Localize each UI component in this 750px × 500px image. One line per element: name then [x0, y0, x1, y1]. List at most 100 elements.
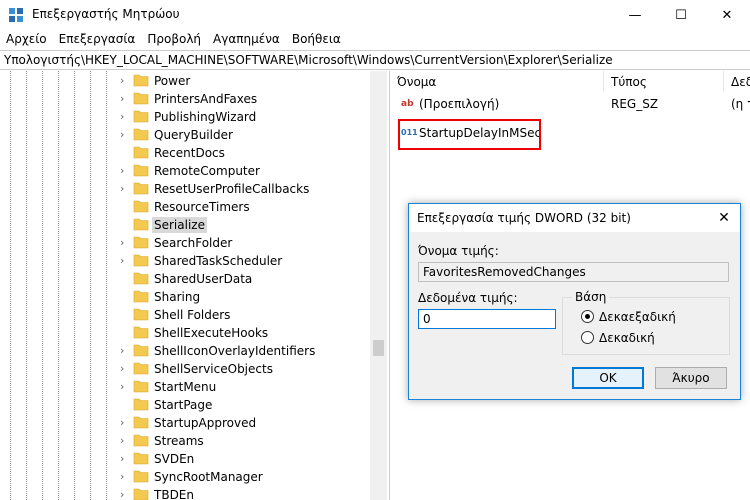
menu-favorites[interactable]: Αγαπημένα — [207, 30, 286, 50]
value-name: (Προεπιλογή) — [419, 97, 500, 111]
tree-scrollbar[interactable] — [370, 71, 387, 500]
menu-file[interactable]: Αρχείο — [0, 30, 53, 50]
tree-item-label: SearchFolder — [154, 236, 233, 250]
tree-item[interactable]: RecentDocs — [0, 144, 370, 162]
menu-bar: Αρχείο Επεξεργασία Προβολή Αγαπημένα Βοή… — [0, 30, 750, 50]
tree-item[interactable]: › ResetUserProfileCallbacks — [0, 180, 370, 198]
maximize-button[interactable]: ☐ — [658, 0, 704, 30]
tree-item[interactable]: Shell Folders — [0, 306, 370, 324]
dialog-title-bar: Επεξεργασία τιμής DWORD (32 bit) ✕ — [409, 204, 740, 232]
base-group-title: Βάση — [572, 290, 610, 304]
tree-item-label: Serialize — [152, 217, 207, 233]
dialog-close-button[interactable]: ✕ — [714, 208, 734, 228]
registry-editor-icon — [9, 8, 23, 22]
folder-icon — [133, 128, 149, 141]
tree-item[interactable]: › ShellServiceObjects — [0, 360, 370, 378]
tree-item[interactable]: ShellExecuteHooks — [0, 324, 370, 342]
tree-item[interactable]: › ShellIconOverlayIdentifiers — [0, 342, 370, 360]
expand-chevron-icon[interactable]: › — [120, 434, 128, 448]
key-tree: › Power › PrintersAndFaxes › PublishingWizard… — [0, 71, 390, 500]
folder-icon — [133, 434, 149, 447]
column-header-data[interactable]: Δεδ — [731, 75, 750, 89]
expand-chevron-icon[interactable]: › — [120, 362, 128, 376]
expand-chevron-icon[interactable]: › — [120, 128, 128, 142]
radio-hexadecimal[interactable] — [581, 310, 594, 323]
expand-chevron-icon[interactable]: › — [120, 380, 128, 394]
folder-icon — [133, 488, 149, 500]
column-divider[interactable] — [723, 71, 724, 91]
expand-chevron-icon[interactable]: › — [120, 254, 128, 268]
ok-button[interactable]: OK — [572, 367, 644, 389]
tree-item[interactable]: › SearchFolder — [0, 234, 370, 252]
title-bar: Επεξεργαστής Μητρώου — ☐ ✕ — [0, 0, 750, 30]
tree-item-label: PublishingWizard — [154, 110, 257, 124]
expand-chevron-icon[interactable]: › — [120, 164, 128, 178]
tree-item[interactable]: › SyncRootManager — [0, 468, 370, 486]
folder-icon — [133, 416, 149, 429]
expand-chevron-icon[interactable]: › — [120, 344, 128, 358]
close-button[interactable]: ✕ — [704, 0, 750, 30]
menu-help[interactable]: Βοήθεια — [286, 30, 347, 50]
tree-item[interactable]: › SVDEn — [0, 450, 370, 468]
tree-item-label: PrintersAndFaxes — [154, 92, 258, 106]
tree-item-label: Power — [154, 74, 191, 88]
tree-item-label: TBDEn — [154, 488, 194, 500]
radio-decimal[interactable] — [581, 331, 594, 344]
tree-item[interactable]: › RemoteComputer — [0, 162, 370, 180]
value-data: (η τ — [731, 97, 750, 111]
value-name-field[interactable] — [418, 262, 729, 282]
value-row[interactable]: ab (Προεπιλογή) REG_SZ (η τ — [391, 94, 750, 114]
column-header-name[interactable]: Όνομα — [397, 75, 436, 89]
scrollbar-thumb[interactable] — [373, 340, 384, 356]
tree-item[interactable]: › SharedTaskScheduler — [0, 252, 370, 270]
tree-item[interactable]: Sharing — [0, 288, 370, 306]
tree-item[interactable]: Serialize — [0, 216, 370, 234]
folder-icon — [133, 380, 149, 393]
folder-icon — [133, 182, 149, 195]
expand-chevron-icon[interactable]: › — [120, 182, 128, 196]
folder-icon — [133, 236, 149, 249]
tree-item[interactable]: SharedUserData — [0, 270, 370, 288]
folder-icon — [133, 218, 149, 231]
tree-item[interactable]: › QueryBuilder — [0, 126, 370, 144]
radio-decimal-label[interactable]: Δεκαδική — [599, 331, 655, 345]
menu-view[interactable]: Προβολή — [141, 30, 207, 50]
highlight-box — [398, 119, 541, 150]
folder-icon — [133, 308, 149, 321]
tree-item[interactable]: › TBDEn — [0, 486, 370, 500]
expand-chevron-icon[interactable]: › — [120, 470, 128, 484]
value-data-field[interactable] — [418, 309, 556, 329]
expand-chevron-icon[interactable]: › — [120, 488, 128, 500]
folder-icon — [133, 344, 149, 357]
menu-edit[interactable]: Επεξεργασία — [53, 30, 142, 50]
expand-chevron-icon[interactable]: › — [120, 74, 128, 88]
expand-chevron-icon[interactable]: › — [120, 236, 128, 250]
tree-item[interactable]: › Power — [0, 72, 370, 90]
value-type: REG_SZ — [611, 97, 659, 111]
tree-item-label: SharedTaskScheduler — [154, 254, 283, 268]
tree-item[interactable]: › StartupApproved — [0, 414, 370, 432]
column-header-type[interactable]: Τύπος — [611, 75, 647, 89]
expand-chevron-icon[interactable]: › — [120, 452, 128, 466]
minimize-button[interactable]: — — [612, 0, 658, 30]
tree-item-label: RecentDocs — [154, 146, 225, 160]
tree-item-label: Shell Folders — [154, 308, 231, 322]
tree-item-label: SyncRootManager — [154, 470, 263, 484]
tree-item[interactable]: ResourceTimers — [0, 198, 370, 216]
expand-chevron-icon[interactable]: › — [120, 92, 128, 106]
radio-hexadecimal-label[interactable]: Δεκαεξαδική — [599, 310, 676, 324]
address-bar[interactable]: Υπολογιστής\HKEY_LOCAL_MACHINE\SOFTWARE\… — [0, 50, 750, 70]
tree-item[interactable]: › Streams — [0, 432, 370, 450]
tree-item[interactable]: › PublishingWizard — [0, 108, 370, 126]
expand-chevron-icon[interactable]: › — [120, 110, 128, 124]
tree-item[interactable]: › StartMenu — [0, 378, 370, 396]
tree-item-label: SVDEn — [154, 452, 195, 466]
tree-item-label: StartMenu — [154, 380, 217, 394]
cancel-button[interactable]: Άκυρο — [655, 367, 727, 389]
tree-item[interactable]: StartPage — [0, 396, 370, 414]
expand-chevron-icon[interactable]: › — [120, 416, 128, 430]
edit-dword-dialog: Επεξεργασία τιμής DWORD (32 bit) ✕ Όνομα… — [408, 203, 741, 400]
tree-item[interactable]: › PrintersAndFaxes — [0, 90, 370, 108]
folder-icon — [133, 200, 149, 213]
column-divider[interactable] — [603, 71, 604, 91]
